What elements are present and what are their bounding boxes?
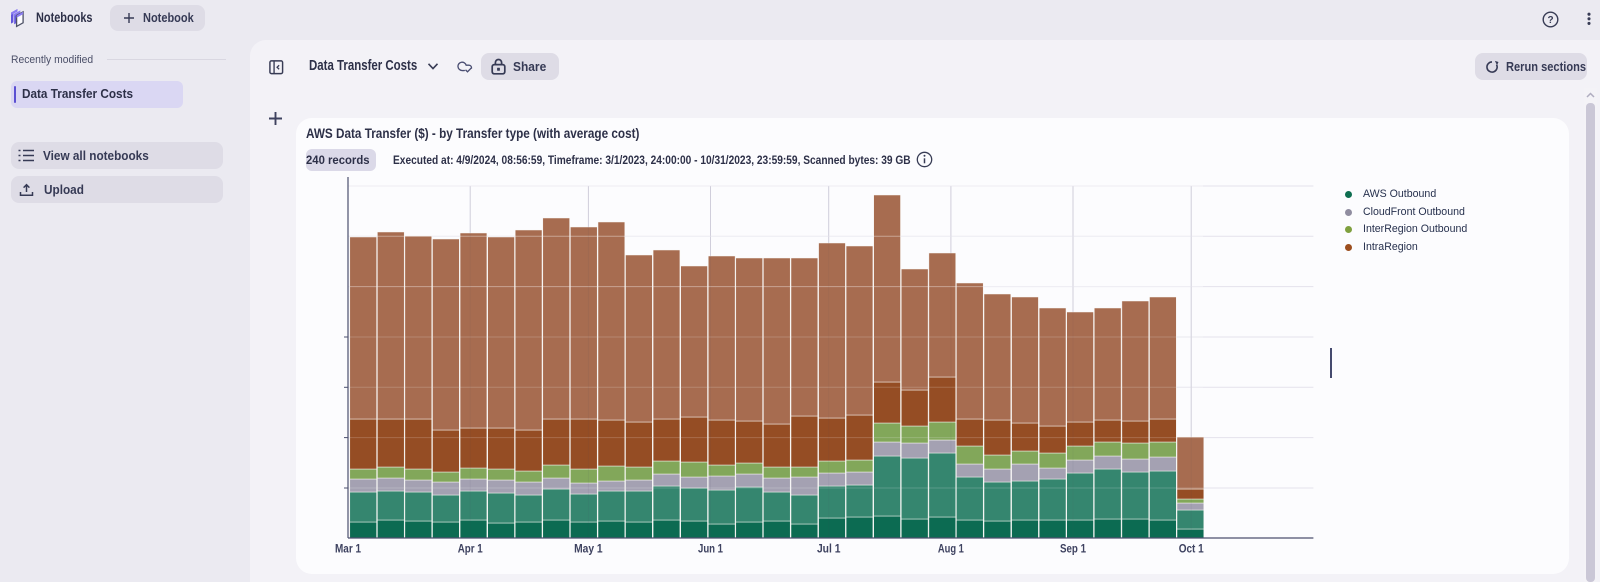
svg-text:?: ? xyxy=(1547,15,1553,26)
svg-text:Sep 1: Sep 1 xyxy=(1060,543,1086,556)
svg-text:Jun 1: Jun 1 xyxy=(698,543,723,556)
svg-text:Aug 1: Aug 1 xyxy=(938,543,964,556)
svg-text:Oct 1: Oct 1 xyxy=(1179,543,1204,556)
svg-text:May 1: May 1 xyxy=(574,543,603,556)
svg-text:Jul 1: Jul 1 xyxy=(817,543,841,556)
svg-text:Mar 1: Mar 1 xyxy=(335,543,361,556)
svg-text:Apr 1: Apr 1 xyxy=(458,543,483,556)
